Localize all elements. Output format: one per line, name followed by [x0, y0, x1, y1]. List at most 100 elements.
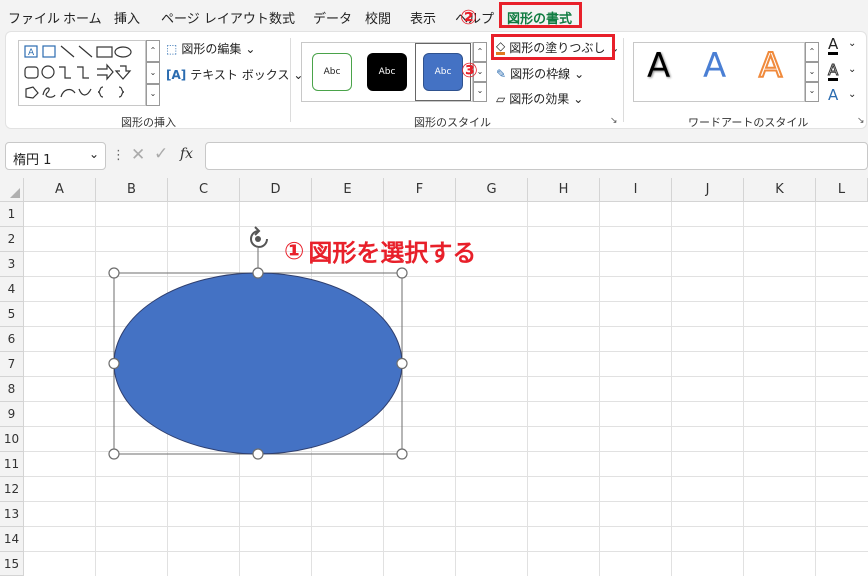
row-header[interactable]: 1	[0, 202, 24, 227]
column-header[interactable]: A	[24, 178, 96, 202]
name-box[interactable]: 楕円 1 ⌄	[5, 142, 106, 170]
group-label-wordart-styles: ワードアートのスタイル	[688, 116, 809, 129]
row-header[interactable]: 5	[0, 302, 24, 327]
rotate-handle-icon[interactable]	[250, 226, 268, 248]
gridline-vertical	[527, 202, 528, 576]
step3-marker: ③	[461, 58, 478, 82]
resize-handle-bottom-left[interactable]	[108, 448, 120, 460]
highlight-shape-format-tab	[499, 2, 582, 28]
row-header[interactable]: 4	[0, 277, 24, 302]
tab-insert[interactable]: 挿入	[114, 8, 140, 27]
resize-handle-right[interactable]	[396, 357, 408, 370]
column-header[interactable]: L	[816, 178, 868, 202]
column-header[interactable]: J	[672, 178, 744, 202]
name-box-value: 楕円 1	[13, 153, 52, 168]
style-thumb-black[interactable]: Abc	[367, 53, 407, 91]
formula-input[interactable]	[205, 142, 868, 170]
row-header[interactable]: 3	[0, 252, 24, 277]
tab-view[interactable]: 表示	[410, 8, 436, 27]
column-header[interactable]: H	[528, 178, 600, 202]
column-header[interactable]: D	[240, 178, 312, 202]
column-header[interactable]: K	[744, 178, 816, 202]
column-header[interactable]: E	[312, 178, 384, 202]
group-separator	[290, 38, 291, 122]
row-header[interactable]: 7	[0, 352, 24, 377]
chevron-down-icon[interactable]: ⌄	[848, 38, 856, 49]
text-outline-icon[interactable]: A	[827, 62, 839, 81]
wordart-blue[interactable]: A	[703, 46, 726, 86]
tab-page-layout[interactable]: ページ レイアウト	[161, 8, 269, 27]
group-label-shape-styles: 図形のスタイル	[414, 116, 491, 129]
chevron-down-icon[interactable]: ⌄	[89, 147, 99, 161]
dialog-launcher-icon[interactable]: ↘	[857, 116, 865, 126]
row-header[interactable]: 15	[0, 552, 24, 576]
column-header[interactable]: G	[456, 178, 528, 202]
dialog-launcher-icon[interactable]: ↘	[610, 116, 618, 126]
chevron-down-icon[interactable]: ⌄	[848, 64, 856, 75]
shape-outline-label: 図形の枠線	[510, 67, 571, 81]
tab-review[interactable]: 校閲	[365, 8, 391, 27]
enter-icon[interactable]: ✓	[154, 144, 168, 164]
gallery-scroll-down[interactable]: ⌄	[146, 62, 160, 84]
tab-data[interactable]: データ	[313, 8, 352, 27]
style-thumb-outline[interactable]: Abc	[312, 53, 352, 91]
resize-handle-top-right[interactable]	[396, 267, 408, 279]
text-box-icon: [A]	[166, 67, 187, 82]
ribbon: A ⌃ ⌄ ⌄ ⬚ 図形の編集 ⌄ [A] テキスト ボックス ⌄ 図形の挿入 …	[5, 31, 867, 129]
row-header[interactable]: 13	[0, 502, 24, 527]
resize-handle-left[interactable]	[108, 357, 120, 370]
resize-handle-top[interactable]	[252, 267, 264, 279]
select-all-corner[interactable]	[0, 178, 24, 202]
text-box-label: テキスト ボックス	[190, 68, 290, 82]
tab-formulas[interactable]: 数式	[269, 8, 295, 27]
edit-shape-button[interactable]: ⬚ 図形の編集 ⌄	[166, 40, 255, 57]
ellipse-shape[interactable]	[113, 272, 403, 455]
row-header[interactable]: 9	[0, 402, 24, 427]
row-header[interactable]: 6	[0, 327, 24, 352]
tab-home[interactable]: ホーム	[63, 8, 102, 27]
gallery-scroll-up[interactable]: ⌃	[146, 40, 160, 62]
shape-outline-button[interactable]: ✎ 図形の枠線 ⌄	[496, 65, 584, 82]
more-options-icon[interactable]: ⋮	[112, 148, 125, 163]
chevron-down-icon[interactable]: ⌄	[848, 89, 856, 100]
step1-annotation: ① 図形を選択する	[284, 233, 476, 268]
menu-bar: ファイル ホーム 挿入 ページ レイアウト 数式 データ 校閲 表示 ヘルプ 図…	[0, 0, 868, 30]
column-header[interactable]: C	[168, 178, 240, 202]
resize-handle-top-left[interactable]	[108, 267, 120, 279]
svg-text:A: A	[28, 48, 35, 58]
wordart-scroll-down[interactable]: ⌄	[805, 62, 819, 82]
gridline-horizontal	[24, 526, 868, 527]
wordart-scroll-up[interactable]: ⌃	[805, 42, 819, 62]
resize-handle-bottom[interactable]	[252, 448, 264, 460]
row-header[interactable]: 8	[0, 377, 24, 402]
column-header[interactable]: B	[96, 178, 168, 202]
step1-text: 図形を選択する	[308, 239, 477, 267]
group-label-insert-shapes: 図形の挿入	[121, 116, 176, 129]
style-more[interactable]: ⌄	[473, 82, 487, 102]
tab-file[interactable]: ファイル	[8, 8, 60, 27]
column-header[interactable]: F	[384, 178, 456, 202]
gridline-vertical	[95, 202, 96, 576]
column-header[interactable]: I	[600, 178, 672, 202]
gallery-more[interactable]: ⌄	[146, 84, 160, 106]
wordart-more[interactable]: ⌄	[805, 82, 819, 102]
row-header[interactable]: 2	[0, 227, 24, 252]
chevron-down-icon: ⌄	[574, 66, 585, 81]
gridline-horizontal	[24, 501, 868, 502]
style-thumb-blue[interactable]: Abc	[423, 53, 463, 91]
resize-handle-bottom-right[interactable]	[396, 448, 408, 460]
row-header[interactable]: 10	[0, 427, 24, 452]
row-header[interactable]: 11	[0, 452, 24, 477]
shape-effects-button[interactable]: ▱ 図形の効果 ⌄	[496, 90, 583, 107]
wordart-black[interactable]: A	[647, 46, 670, 86]
text-effects-icon[interactable]: A	[828, 88, 838, 103]
text-fill-icon[interactable]: A	[828, 37, 839, 55]
shapes-gallery[interactable]: A	[18, 40, 146, 106]
row-header[interactable]: 12	[0, 477, 24, 502]
row-header[interactable]: 14	[0, 527, 24, 552]
cancel-icon[interactable]: ✕	[131, 145, 145, 165]
text-box-button[interactable]: [A] テキスト ボックス ⌄	[166, 66, 303, 83]
insert-function-icon[interactable]: fx	[180, 146, 193, 162]
shape-effects-label: 図形の効果	[509, 92, 570, 106]
wordart-orange-outline[interactable]: A	[758, 45, 783, 87]
